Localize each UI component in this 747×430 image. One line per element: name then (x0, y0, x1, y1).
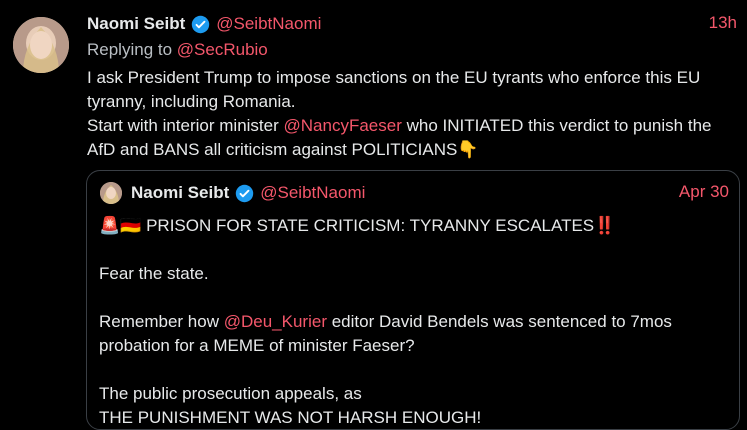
reply-mention-link[interactable]: @SecRubio (177, 40, 268, 59)
author-handle[interactable]: @SeibtNaomi (216, 14, 321, 34)
tweet-header: Naomi Seibt @SeibtNaomi (87, 13, 321, 35)
tweet-timestamp[interactable]: 13h (709, 13, 737, 33)
avatar[interactable] (13, 17, 69, 73)
pointing-down-emoji-icon: 👇 (457, 140, 479, 159)
quoted-tweet[interactable]: Naomi Seibt @SeibtNaomi Apr 30 🚨🇩🇪 PRISO… (86, 170, 740, 430)
siren-flag-emoji-icon: 🚨🇩🇪 (99, 216, 142, 235)
quoted-avatar[interactable] (100, 182, 122, 204)
author-name[interactable]: Naomi Seibt (87, 14, 185, 34)
quoted-headline: 🚨🇩🇪 PRISON FOR STATE CRITICISM: TYRANNY … (99, 214, 729, 238)
quoted-paragraph-4: THE PUNISHMENT WAS NOT HARSH ENOUGH! (99, 408, 482, 427)
quoted-paragraph-2: Remember how @Deu_Kurier editor David Be… (99, 310, 729, 358)
quoted-paragraph-3: The public prosecution appeals, as (99, 384, 362, 403)
tweet-body-paragraph-2: Start with interior minister @NancyFaese… (87, 114, 737, 162)
verified-badge-icon (192, 15, 210, 33)
quoted-body: 🚨🇩🇪 PRISON FOR STATE CRITICISM: TYRANNY … (99, 214, 729, 430)
mention-link[interactable]: @NancyFaeser (284, 116, 402, 135)
mention-link[interactable]: @Deu_Kurier (224, 312, 327, 331)
quoted-author-handle[interactable]: @SeibtNaomi (260, 183, 365, 203)
verified-badge-icon (236, 184, 254, 202)
replying-to-label: Replying to (87, 40, 173, 59)
tweet-body-paragraph-1: I ask President Trump to impose sanction… (87, 68, 701, 111)
tweet[interactable]: Naomi Seibt @SeibtNaomi 13h Replying to … (0, 0, 747, 430)
body-text: Remember how (99, 312, 219, 331)
quoted-timestamp[interactable]: Apr 30 (679, 182, 729, 202)
double-exclamation-emoji-icon: ‼️ (594, 216, 616, 235)
quoted-header: Naomi Seibt @SeibtNaomi (131, 182, 365, 204)
replying-to: Replying to @SecRubio (87, 40, 268, 60)
tweet-body: I ask President Trump to impose sanction… (87, 66, 737, 162)
headline-text: PRISON FOR STATE CRITICISM: TYRANNY ESCA… (146, 216, 595, 235)
body-text: Start with interior minister (87, 116, 279, 135)
quoted-author-name[interactable]: Naomi Seibt (131, 183, 229, 203)
quoted-paragraph-1: Fear the state. (99, 264, 209, 283)
